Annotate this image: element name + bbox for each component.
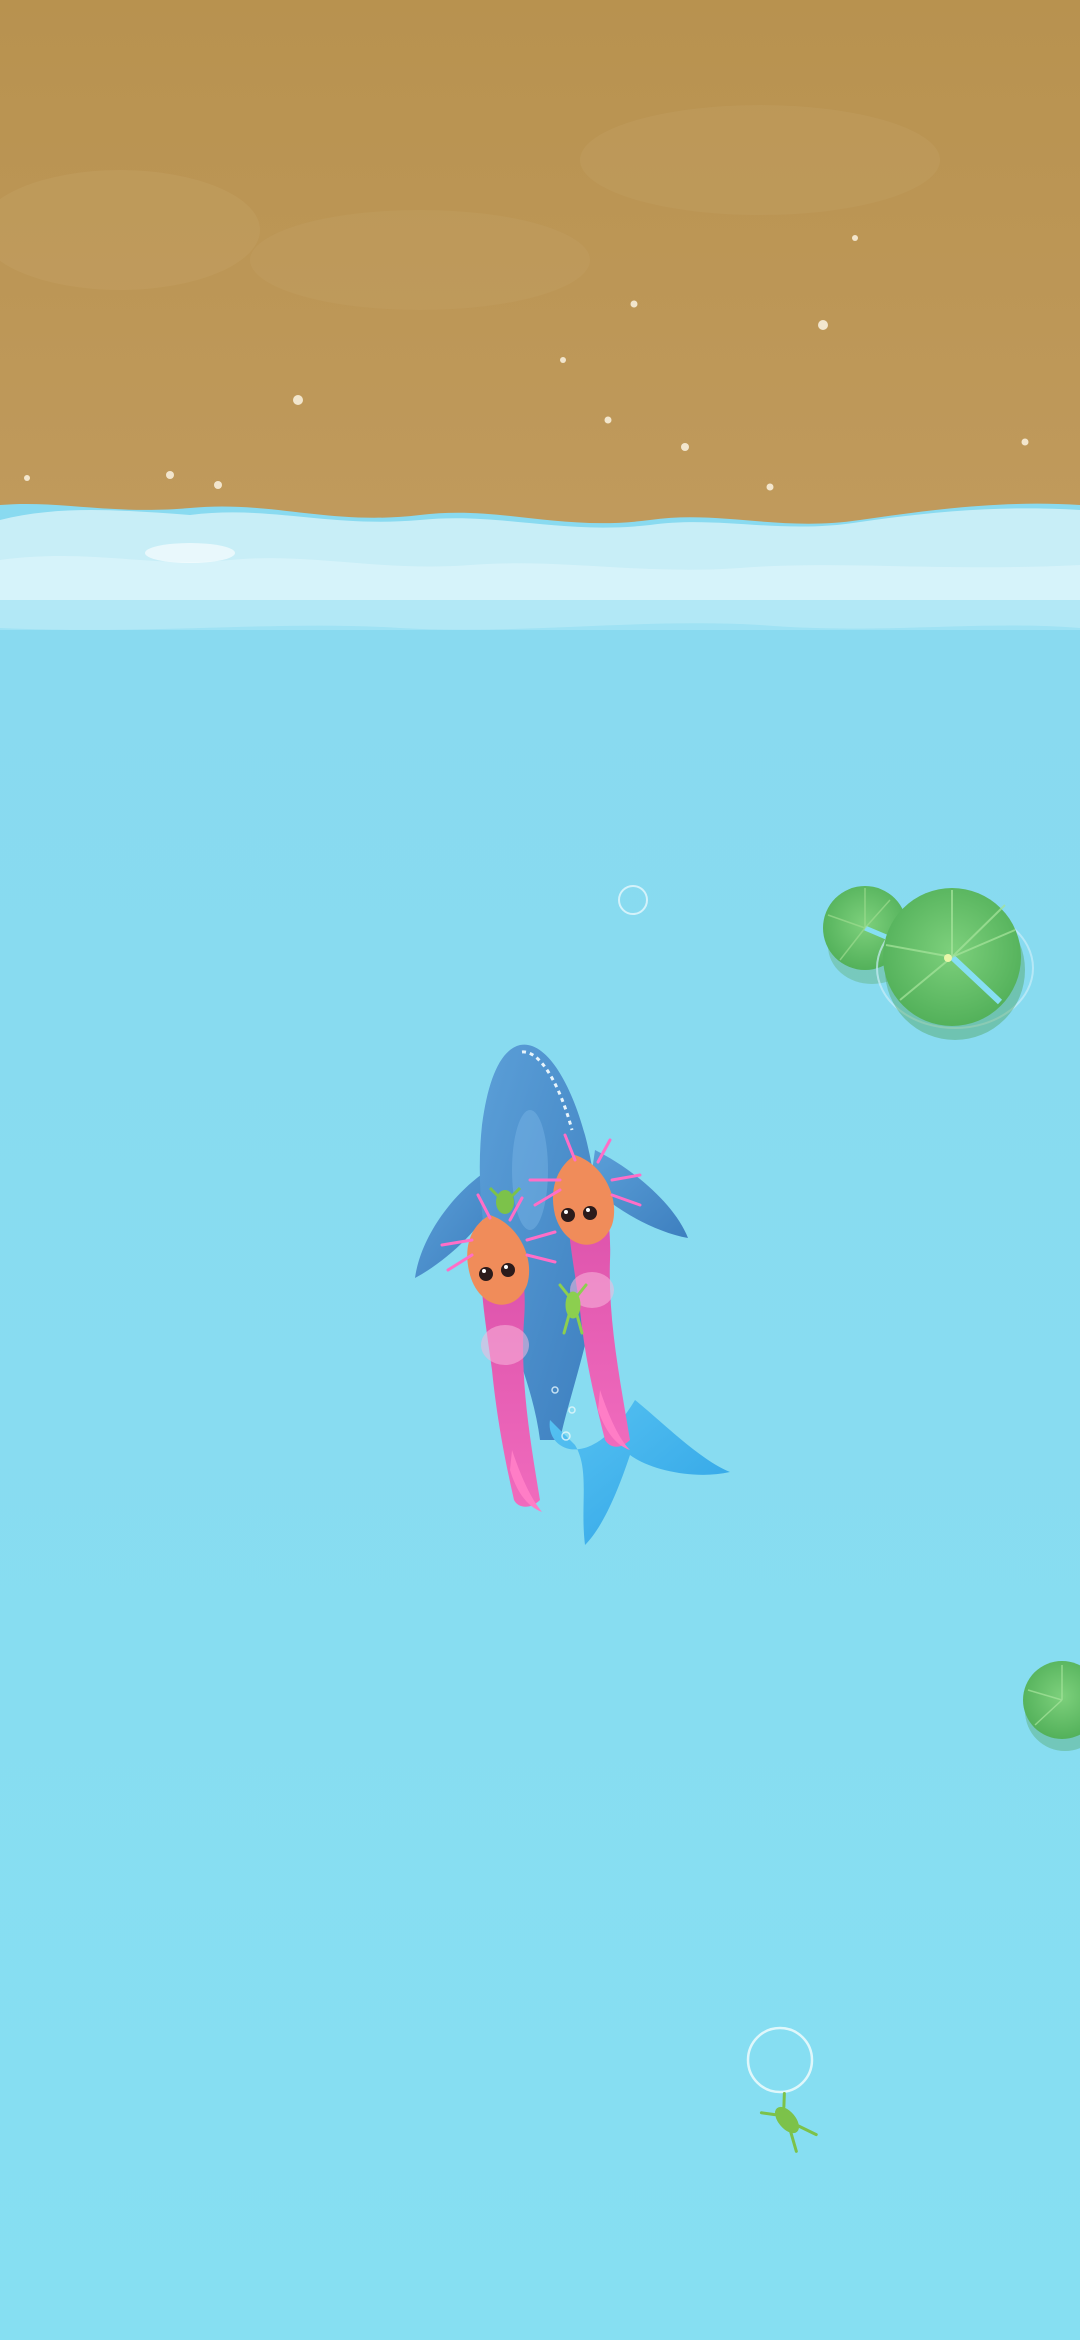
- sand-beach: [0, 0, 1080, 524]
- shore-foam: [0, 508, 1080, 630]
- game-canvas[interactable]: [0, 0, 1080, 2340]
